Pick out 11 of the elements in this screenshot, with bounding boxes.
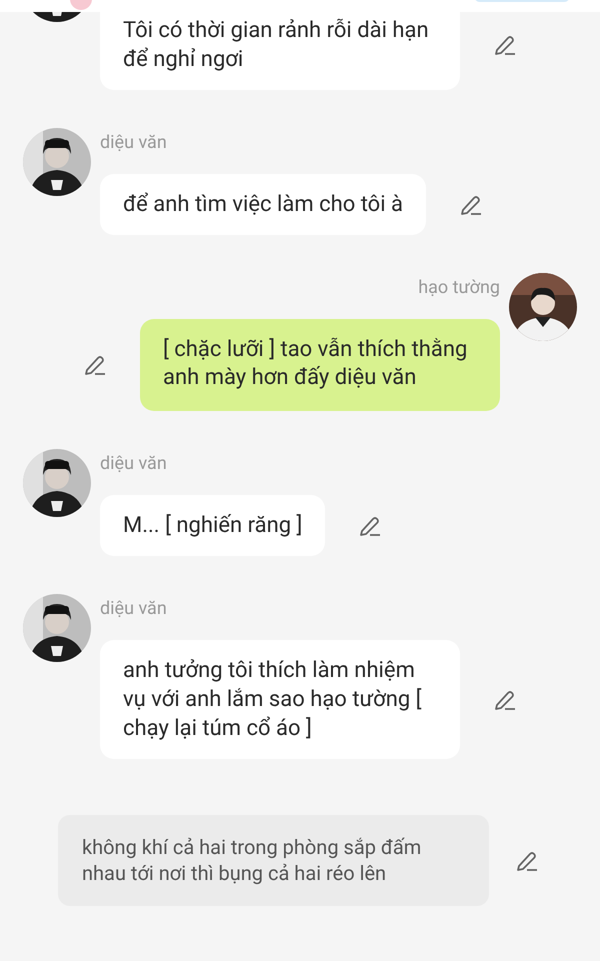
sender-name: diệu văn — [100, 452, 168, 476]
message-bubble: để anh tìm việc làm cho tôi à — [100, 174, 426, 235]
edit-icon[interactable] — [493, 33, 517, 57]
sender-name: diệu văn — [100, 597, 168, 621]
narration-bubble: không khí cả hai trong phòng sắp đấm nhau tới nơi thì bụng cả hai réo lên — [58, 815, 489, 906]
message-bubble: [ chặc lưỡi ] tao vẫn thích thằng anh mày hơn đấy diệu văn — [140, 319, 500, 411]
sender-name: hạo tường — [418, 276, 500, 300]
edit-icon[interactable] — [83, 353, 107, 377]
sender-name: diệu văn — [100, 131, 168, 155]
message-bubble: M... [ nghiến răng ] — [100, 495, 326, 556]
message-bubble: anh tưởng tôi thích làm nhiệm vụ với anh lắm sao hạo tường [ chạy lại túm cổ áo ] — [100, 640, 460, 759]
